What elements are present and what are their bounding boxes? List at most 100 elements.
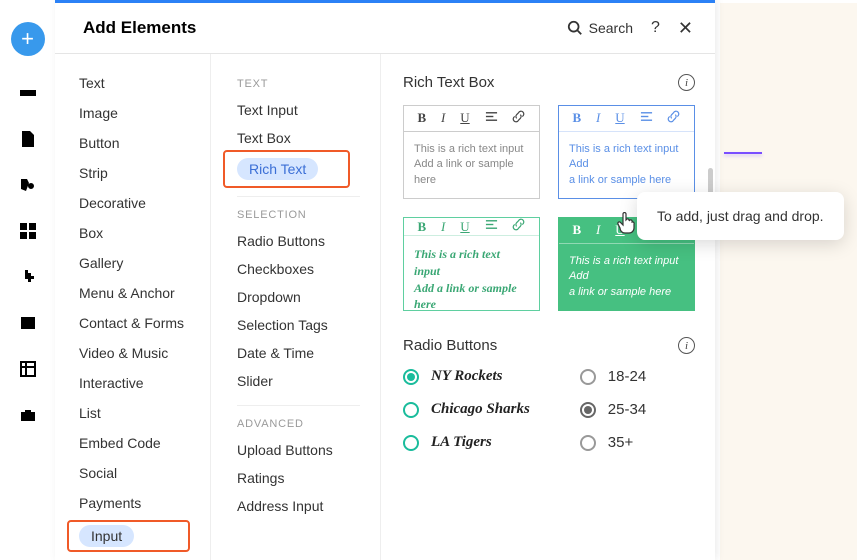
rich-text-preset-2[interactable]: B I U This is a rich text input Add a li…	[558, 105, 695, 199]
rich-text-preset-1[interactable]: B I U This is a rich text input Add a li…	[403, 105, 540, 199]
underline-icon: U	[460, 219, 469, 235]
link-icon	[667, 110, 680, 127]
align-icon	[485, 218, 498, 235]
category-list: Text Image Button Strip Decorative Box G…	[55, 54, 211, 560]
radio-option[interactable]: NY Rockets	[403, 368, 530, 385]
group-text-title: TEXT	[211, 68, 380, 96]
category-input[interactable]: Input	[55, 518, 210, 554]
sub-text-input[interactable]: Text Input	[211, 96, 380, 124]
category-video-music[interactable]: Video & Music	[55, 338, 210, 368]
accent-divider	[724, 152, 762, 154]
page-icon[interactable]	[19, 130, 37, 148]
help-button[interactable]: ?	[651, 19, 660, 37]
sub-text-box[interactable]: Text Box	[211, 124, 380, 152]
radio-indicator	[403, 402, 419, 418]
sub-radio-buttons[interactable]: Radio Buttons	[211, 227, 380, 255]
sub-date-time[interactable]: Date & Time	[211, 339, 380, 367]
radio-indicator	[580, 369, 596, 385]
business-icon[interactable]	[19, 406, 37, 424]
sub-upload-buttons[interactable]: Upload Buttons	[211, 436, 380, 464]
category-cms[interactable]: CMS	[55, 554, 210, 560]
radio-indicator	[403, 369, 419, 385]
radio-preset-teams[interactable]: NY Rockets Chicago Sharks LA Tigers	[403, 368, 530, 451]
radio-label: LA Tigers	[431, 434, 492, 451]
radio-section-title: Radio Buttons	[403, 337, 678, 354]
divider	[237, 405, 360, 406]
sub-slider[interactable]: Slider	[211, 367, 380, 395]
italic-icon: I	[441, 219, 445, 235]
category-embed-code[interactable]: Embed Code	[55, 428, 210, 458]
radio-indicator	[580, 435, 596, 451]
sub-dropdown[interactable]: Dropdown	[211, 283, 380, 311]
radio-label: Chicago Sharks	[431, 401, 530, 418]
apps-icon[interactable]	[19, 222, 37, 240]
category-social[interactable]: Social	[55, 458, 210, 488]
radio-option[interactable]: Chicago Sharks	[403, 401, 530, 418]
add-elements-panel: Add Elements Search ? ✕ Text Image Butto…	[55, 0, 715, 560]
category-list-cat[interactable]: List	[55, 398, 210, 428]
category-text[interactable]: Text	[55, 68, 210, 98]
info-icon[interactable]: i	[678, 74, 695, 91]
canvas-background	[720, 3, 857, 560]
info-icon[interactable]: i	[678, 337, 695, 354]
sub-ratings[interactable]: Ratings	[211, 464, 380, 492]
drag-tooltip: To add, just drag and drop.	[637, 192, 844, 240]
theme-icon[interactable]	[19, 176, 37, 194]
icon-rail: +	[0, 0, 55, 560]
category-image[interactable]: Image	[55, 98, 210, 128]
data-icon[interactable]	[19, 360, 37, 378]
panel-header: Add Elements Search ? ✕	[55, 3, 715, 54]
preview-area: Rich Text Box i B I U This is a ric	[381, 54, 715, 560]
media-icon[interactable]	[19, 314, 37, 332]
radio-indicator	[580, 402, 596, 418]
radio-label: 25-34	[608, 401, 646, 418]
group-selection-title: SELECTION	[211, 199, 380, 227]
addons-icon[interactable]	[19, 268, 37, 286]
radio-option[interactable]: 35+	[580, 434, 646, 451]
category-strip[interactable]: Strip	[55, 158, 210, 188]
subcategory-list: TEXT Text Input Text Box Rich Text SELEC…	[211, 54, 381, 560]
radio-option[interactable]: 18-24	[580, 368, 646, 385]
radio-label: NY Rockets	[431, 368, 503, 385]
underline-icon: U	[460, 110, 469, 126]
radio-label: 35+	[608, 434, 633, 451]
rich-text-preset-3[interactable]: B I U This is a rich text input Add a li…	[403, 217, 540, 311]
radio-label: 18-24	[608, 368, 646, 385]
sub-rich-text[interactable]: Rich Text	[211, 152, 380, 186]
category-decorative[interactable]: Decorative	[55, 188, 210, 218]
sub-selection-tags[interactable]: Selection Tags	[211, 311, 380, 339]
add-button[interactable]: +	[11, 22, 45, 56]
category-button[interactable]: Button	[55, 128, 210, 158]
category-box[interactable]: Box	[55, 218, 210, 248]
search-button[interactable]: Search	[567, 20, 633, 36]
align-icon	[485, 110, 498, 127]
tooltip-text: To add, just drag and drop.	[657, 208, 824, 224]
category-interactive[interactable]: Interactive	[55, 368, 210, 398]
close-button[interactable]: ✕	[678, 18, 693, 39]
sub-checkboxes[interactable]: Checkboxes	[211, 255, 380, 283]
rich-body: This is a rich text input Add a link or …	[404, 236, 539, 323]
category-menu-anchor[interactable]: Menu & Anchor	[55, 278, 210, 308]
sub-address-input[interactable]: Address Input	[211, 492, 380, 520]
rich-toolbar: B I U	[404, 106, 539, 132]
italic-icon: I	[596, 110, 600, 126]
strip-icon[interactable]	[19, 84, 37, 102]
italic-icon: I	[441, 110, 445, 126]
bold-icon: B	[572, 110, 581, 126]
radio-option[interactable]: LA Tigers	[403, 434, 530, 451]
link-icon	[512, 218, 525, 235]
radio-option[interactable]: 25-34	[580, 401, 646, 418]
radio-preset-ages[interactable]: 18-24 25-34 35+	[580, 368, 646, 451]
panel-title: Add Elements	[83, 18, 567, 38]
category-payments[interactable]: Payments	[55, 488, 210, 518]
group-advanced-title: ADVANCED	[211, 408, 380, 436]
bold-icon: B	[417, 110, 426, 126]
bold-icon: B	[572, 222, 581, 238]
rich-text-section-title: Rich Text Box	[403, 74, 678, 91]
search-label: Search	[589, 20, 633, 36]
category-contact-forms[interactable]: Contact & Forms	[55, 308, 210, 338]
rich-body: This is a rich text input Add a link or …	[559, 244, 694, 310]
link-icon	[512, 110, 525, 127]
italic-icon: I	[596, 222, 600, 238]
category-gallery[interactable]: Gallery	[55, 248, 210, 278]
